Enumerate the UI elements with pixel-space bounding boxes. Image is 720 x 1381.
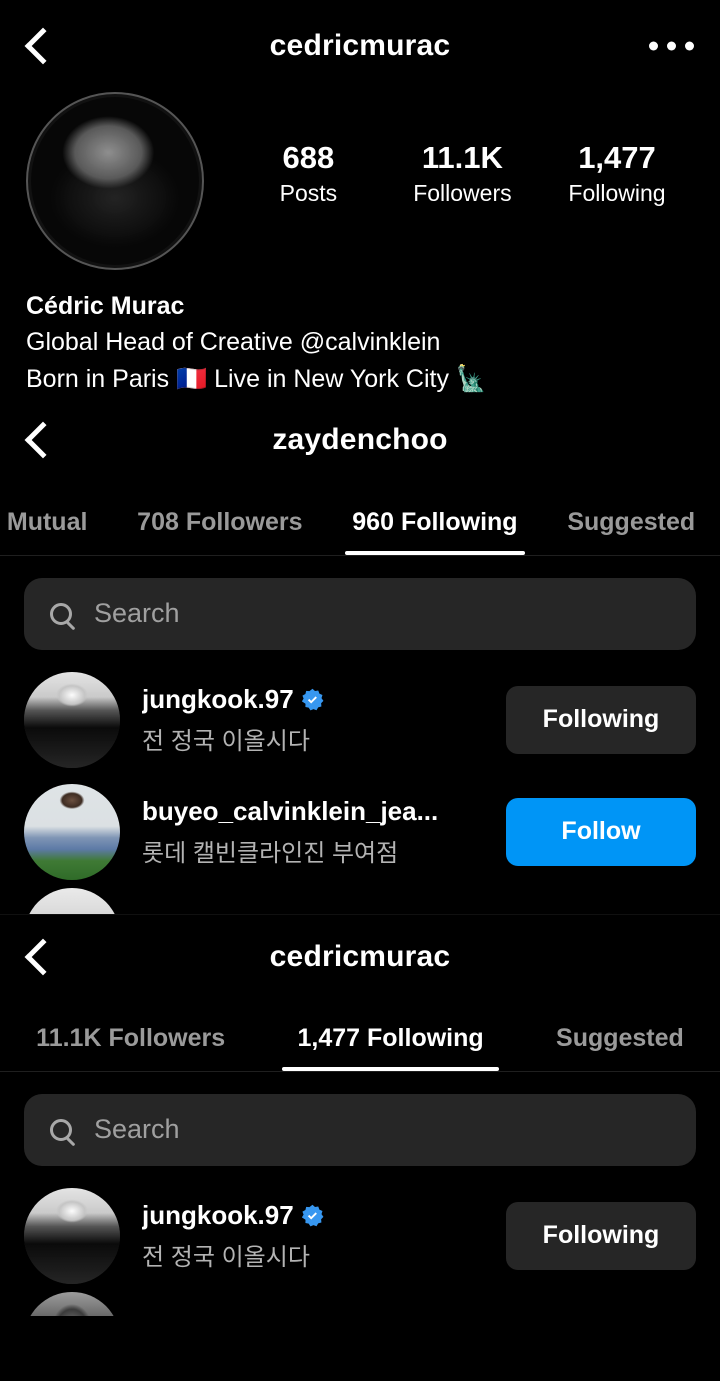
verified-badge-icon: [301, 1204, 324, 1227]
profile-summary-row: 688 Posts 11.1K Followers 1,477 Followin…: [0, 92, 720, 282]
cedricmurac-navbar: cedricmurac: [0, 914, 720, 999]
cedricmurac-tabs: 11.1K Followers 1,477 Following Suggeste…: [0, 999, 720, 1071]
page-title: cedricmurac: [269, 29, 451, 62]
username: jungkook.97: [142, 683, 294, 714]
profile-stats: 688 Posts 11.1K Followers 1,477 Followin…: [204, 92, 694, 207]
page-title: zaydenchoo: [272, 422, 448, 456]
list-item[interactable]: jungkook.97 전 정국 이올시다 Following: [0, 1180, 720, 1292]
user-username-row: jungkook.97: [142, 1200, 506, 1231]
tab-followers[interactable]: 11.1K Followers: [0, 1024, 261, 1071]
dot: [667, 41, 676, 51]
verified-badge-icon: [301, 688, 324, 711]
bio-line-2: Born in Paris 🇫🇷 Live in New York City 🗽: [26, 364, 488, 393]
follow-button[interactable]: Follow: [506, 797, 696, 866]
zaydenchoo-tabs: Mutual 708 Followers 960 Following Sugge…: [0, 483, 720, 555]
avatar-image: [24, 671, 120, 768]
list-item-partial[interactable]: [0, 887, 720, 914]
stat-label: Posts: [279, 179, 338, 206]
bio-line-1: Global Head of Creative @calvinklein: [26, 328, 441, 357]
user-avatar-partial[interactable]: [24, 1291, 120, 1316]
chevron-left-icon: [24, 421, 62, 459]
profile-bio: Cédric Murac Global Head of Creative @ca…: [0, 282, 720, 397]
stat-value: 688: [282, 140, 335, 175]
stat-value: 11.1K: [421, 140, 503, 175]
back-button[interactable]: [8, 408, 72, 472]
user-avatar-partial[interactable]: [24, 887, 120, 914]
user-info: jungkook.97 전 정국 이올시다: [142, 684, 506, 756]
user-fullname: 전 정국 이올시다: [142, 1243, 310, 1271]
tab-followers[interactable]: 708 Followers: [112, 508, 327, 555]
back-button[interactable]: [8, 14, 72, 78]
user-avatar-buyeo[interactable]: [24, 783, 120, 880]
stat-value: 1,477: [578, 140, 656, 175]
user-avatar-jungkook[interactable]: [24, 1187, 120, 1284]
search-icon: [50, 602, 72, 625]
instagram-profile-screen: cedricmurac 688 Posts 11.1K Followers 1,…: [0, 0, 720, 1381]
zaydenchoo-search-container: Search: [0, 556, 720, 664]
tab-following[interactable]: 960 Following: [327, 508, 542, 555]
stat-label: Followers: [413, 179, 512, 206]
bio-display-name: Cédric Murac: [26, 292, 185, 320]
search-placeholder: Search: [94, 598, 180, 629]
avatar-image: [24, 783, 120, 880]
profile-navbar: cedricmurac: [0, 0, 720, 92]
user-fullname: 롯데 캘빈클라인진 부여점: [142, 839, 399, 867]
avatar-image: [31, 97, 199, 265]
tab-following[interactable]: 1,477 Following: [261, 1024, 520, 1071]
list-item[interactable]: jungkook.97 전 정국 이올시다 Following: [0, 664, 720, 776]
list-item[interactable]: buyeo_calvinklein_jea... 롯데 캘빈클라인진 부여점 F…: [0, 776, 720, 888]
chevron-left-icon: [24, 938, 62, 976]
search-placeholder: Search: [94, 1114, 180, 1145]
stat-followers[interactable]: 11.1K Followers: [413, 140, 511, 207]
back-button[interactable]: [8, 925, 72, 989]
dot: [685, 41, 694, 51]
avatar-image: [24, 887, 120, 914]
user-info: jungkook.97 전 정국 이올시다: [142, 1200, 506, 1272]
stat-label: Following: [568, 179, 666, 206]
user-username-row: buyeo_calvinklein_jea...: [142, 796, 506, 827]
tab-mutual[interactable]: Mutual: [0, 508, 112, 555]
username: buyeo_calvinklein_jea...: [142, 795, 439, 826]
tab-suggested[interactable]: Suggested: [520, 1024, 720, 1071]
list-item-partial[interactable]: [0, 1291, 720, 1316]
cedricmurac-search-container: Search: [0, 1072, 720, 1180]
profile-avatar[interactable]: [26, 92, 204, 270]
page-title: cedricmurac: [269, 939, 451, 973]
more-options-icon[interactable]: [649, 41, 694, 51]
username: jungkook.97: [142, 1199, 294, 1230]
user-fullname: 전 정국 이올시다: [142, 727, 310, 755]
search-icon: [50, 1118, 72, 1141]
user-username-row: jungkook.97: [142, 684, 506, 715]
following-button[interactable]: Following: [506, 1201, 696, 1270]
user-avatar-jungkook[interactable]: [24, 671, 120, 768]
search-input[interactable]: Search: [24, 1093, 696, 1166]
zaydenchoo-navbar: zaydenchoo: [0, 396, 720, 483]
user-info: buyeo_calvinklein_jea... 롯데 캘빈클라인진 부여점: [142, 796, 506, 868]
stat-following[interactable]: 1,477 Following: [568, 140, 665, 207]
avatar-image: [24, 1187, 120, 1284]
dot: [649, 41, 658, 51]
avatar-image: [24, 1291, 120, 1316]
stat-posts[interactable]: 688 Posts: [260, 140, 356, 207]
following-button[interactable]: Following: [506, 685, 696, 754]
tab-suggested[interactable]: Suggested: [542, 508, 720, 555]
search-input[interactable]: Search: [24, 577, 696, 650]
chevron-left-icon: [24, 27, 62, 65]
